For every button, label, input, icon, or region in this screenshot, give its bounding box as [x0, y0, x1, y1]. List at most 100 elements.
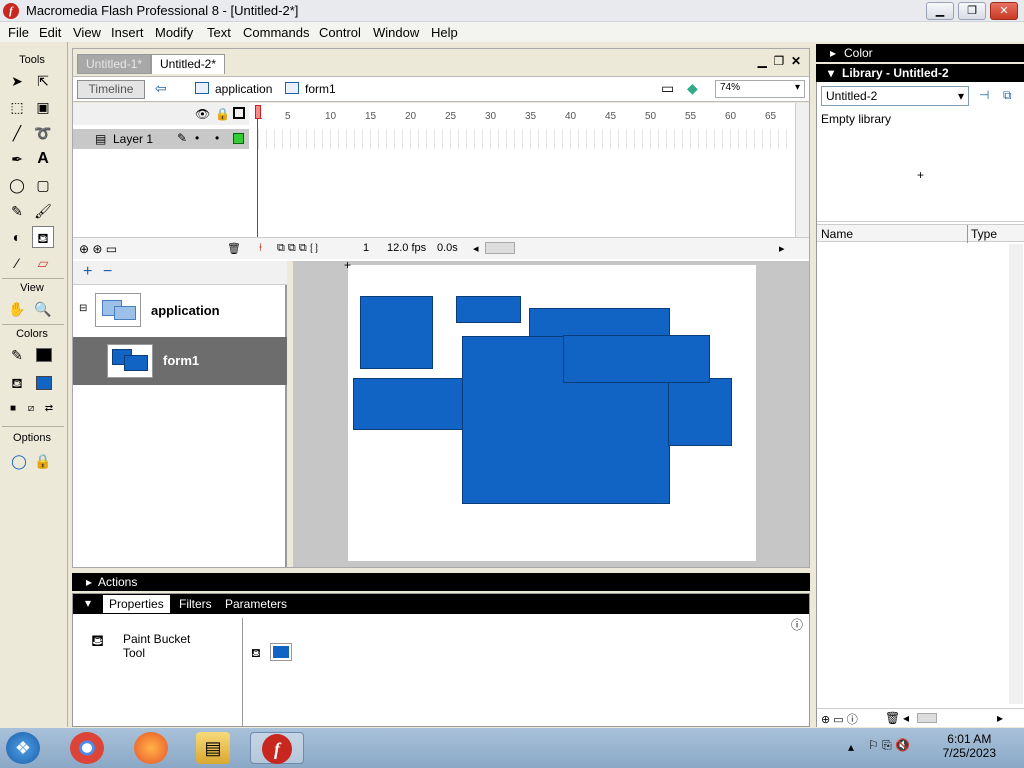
pencil-tool-icon[interactable]: ✎: [6, 200, 28, 222]
new-symbol-icon[interactable]: ⊕ ▭ ⓘ: [821, 711, 858, 727]
tab-untitled-1[interactable]: Untitled-1*: [77, 54, 152, 74]
outline-icon[interactable]: [233, 107, 245, 119]
swap-colors-icon[interactable]: ⇄: [38, 398, 60, 420]
ink-bottle-tool-icon[interactable]: ◐: [6, 226, 28, 248]
menu-control[interactable]: Control: [319, 25, 361, 40]
paint-bucket-tool-icon[interactable]: ⛾: [32, 226, 54, 248]
tray-expand-icon[interactable]: ▴: [848, 740, 854, 754]
add-layer-icon[interactable]: ⊕ ⊛ ▭: [79, 242, 117, 256]
menu-modify[interactable]: Modify: [155, 25, 193, 40]
hscroll-left-icon[interactable]: ◂: [473, 242, 479, 255]
frames-area[interactable]: 1 5 10 15 20 25 30 35 40 45 50 55 60 65: [251, 103, 793, 149]
blue-rectangle[interactable]: [456, 296, 521, 323]
pen-tool-icon[interactable]: ✒: [6, 148, 28, 170]
color-panel-header[interactable]: ▸ Color: [816, 44, 1024, 62]
stage-canvas[interactable]: [348, 265, 756, 561]
add-screen-icon[interactable]: +: [83, 263, 92, 281]
blue-rectangle[interactable]: [563, 335, 710, 383]
rectangle-tool-icon[interactable]: ▢: [32, 174, 54, 196]
hscroll-right-icon[interactable]: ▸: [997, 711, 1003, 725]
frame-cells[interactable]: [251, 129, 793, 149]
hand-tool-icon[interactable]: ✋: [6, 298, 28, 320]
menu-text[interactable]: Text: [207, 25, 231, 40]
gradient-transform-tool-icon[interactable]: ▣: [32, 96, 54, 118]
layer-row[interactable]: ▤ Layer 1 ✎ • •: [73, 129, 249, 149]
doc-close-icon[interactable]: ✕: [791, 54, 801, 68]
library-panel-header[interactable]: ▾ Library - Untitled-2: [816, 64, 1024, 82]
screen-item-form1[interactable]: form1: [73, 337, 287, 385]
flash-taskbar-button[interactable]: f: [250, 732, 304, 764]
tray-icons[interactable]: ⚐ ⎘ 🔇: [868, 738, 910, 753]
menu-commands[interactable]: Commands: [243, 25, 309, 40]
onion-skin-icons[interactable]: ⧉ ⧉ ⧉ ⁅⁆: [277, 242, 318, 255]
breadcrumb-application[interactable]: application: [215, 82, 272, 96]
stroke-color-swatch[interactable]: [32, 344, 54, 366]
fill-color-swatch[interactable]: [270, 643, 292, 661]
zoom-select[interactable]: 74% ▾: [715, 80, 805, 98]
close-button[interactable]: ✕: [990, 2, 1018, 20]
remove-screen-icon[interactable]: −: [103, 263, 112, 281]
fill-color-swatch[interactable]: [32, 372, 54, 394]
playhead[interactable]: [255, 105, 261, 119]
selection-tool-icon[interactable]: ➤: [6, 70, 28, 92]
minimize-button[interactable]: ▁: [926, 2, 954, 20]
firefox-icon[interactable]: [134, 732, 168, 764]
lock-fill-icon[interactable]: 🔒: [32, 450, 54, 472]
zoom-tool-icon[interactable]: 🔍: [32, 298, 54, 320]
line-tool-icon[interactable]: ╱: [6, 122, 28, 144]
delete-layer-icon[interactable]: 🗑: [227, 242, 241, 255]
breadcrumb-form1[interactable]: form1: [305, 82, 336, 96]
clock[interactable]: 6:01 AM 7/25/2023: [943, 732, 996, 760]
library-document-select[interactable]: Untitled-2 ▾: [821, 86, 969, 106]
col-type[interactable]: Type: [971, 227, 997, 241]
hscroll-thumb[interactable]: [917, 713, 937, 723]
hscroll-thumb[interactable]: [485, 242, 515, 254]
eye-icon[interactable]: 👁: [195, 107, 210, 121]
pin-library-icon[interactable]: ⊣: [979, 88, 989, 102]
collapse-arrow-icon[interactable]: ▾: [85, 596, 91, 610]
hscroll-left-icon[interactable]: ◂: [903, 711, 909, 725]
menu-view[interactable]: View: [73, 25, 101, 40]
back-arrow-icon[interactable]: ⇦: [155, 80, 167, 97]
menu-edit[interactable]: Edit: [39, 25, 61, 40]
new-library-icon[interactable]: ⧉: [1003, 88, 1012, 103]
gap-size-icon[interactable]: ◯: [8, 450, 30, 472]
tab-properties[interactable]: Properties: [103, 595, 170, 613]
actions-panel-header[interactable]: ▸ Actions: [72, 573, 810, 591]
edit-symbols-icon[interactable]: ◆: [687, 80, 698, 97]
edit-scene-icon[interactable]: ▭: [661, 80, 674, 97]
file-explorer-icon[interactable]: ▤: [196, 732, 230, 764]
free-transform-tool-icon[interactable]: ⬚: [6, 96, 28, 118]
blue-rectangle[interactable]: [668, 378, 732, 446]
blue-rectangle[interactable]: [353, 378, 465, 430]
help-icon[interactable]: ⓘ: [791, 616, 803, 633]
tab-untitled-2[interactable]: Untitled-2*: [151, 54, 226, 74]
restore-button[interactable]: ❐: [958, 2, 986, 20]
lock-icon[interactable]: 🔒: [215, 107, 230, 121]
library-scrollbar[interactable]: [1009, 244, 1023, 704]
chrome-icon[interactable]: [70, 732, 104, 764]
layer-color-swatch[interactable]: [233, 133, 244, 144]
menu-window[interactable]: Window: [373, 25, 419, 40]
col-name[interactable]: Name: [821, 227, 853, 241]
hscroll-right-icon[interactable]: ▸: [779, 242, 785, 255]
menu-insert[interactable]: Insert: [111, 25, 144, 40]
tab-filters[interactable]: Filters: [173, 595, 218, 613]
tab-parameters[interactable]: Parameters: [219, 595, 293, 613]
eyedropper-tool-icon[interactable]: ⁄: [6, 252, 28, 274]
screen-item-application[interactable]: ⊟ application: [73, 287, 287, 335]
brush-tool-icon[interactable]: 🖌: [32, 200, 54, 222]
doc-restore-icon[interactable]: ❐: [774, 54, 785, 68]
center-frame-icon[interactable]: ⍿: [259, 242, 262, 255]
menu-file[interactable]: File: [8, 25, 29, 40]
text-tool-icon[interactable]: A: [32, 148, 54, 170]
blue-rectangle[interactable]: [360, 296, 433, 369]
oval-tool-icon[interactable]: ◯: [6, 174, 28, 196]
subselection-tool-icon[interactable]: ⇱: [32, 70, 54, 92]
start-button-icon[interactable]: ❖: [6, 732, 40, 764]
doc-minimize-icon[interactable]: ▁: [758, 54, 767, 68]
eraser-tool-icon[interactable]: ▱: [32, 252, 54, 274]
collapse-icon[interactable]: ⊟: [79, 303, 87, 314]
delete-icon[interactable]: 🗑: [885, 711, 900, 725]
lasso-tool-icon[interactable]: ➰: [32, 122, 54, 144]
